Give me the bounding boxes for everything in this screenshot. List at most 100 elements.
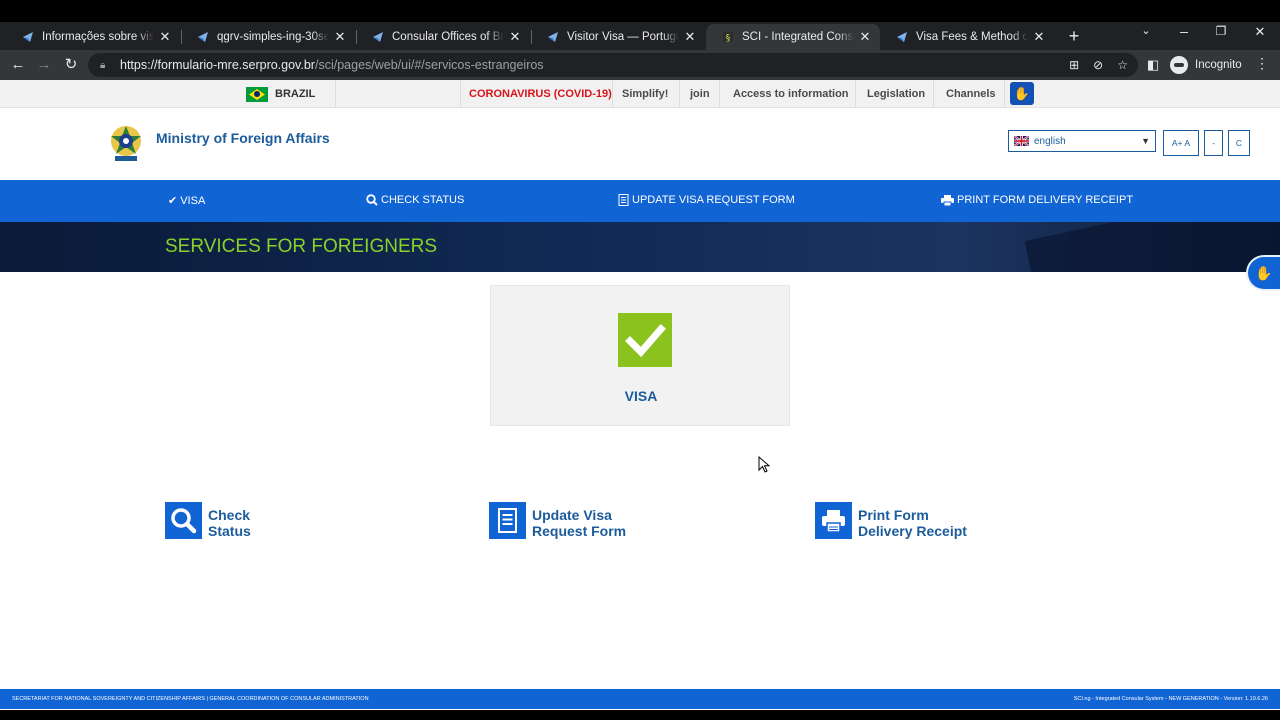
document-icon	[489, 502, 526, 539]
channels-link[interactable]: Channels	[946, 88, 996, 100]
covid-link[interactable]: CORONAVIRUS (COVID-19)	[469, 88, 612, 100]
tab-title: Visa Fees & Method of Payme	[916, 31, 1028, 43]
main-navigation: ✔ VISA CHECK STATUS UPDATE VISA REQUEST …	[0, 180, 1280, 222]
browser-tab[interactable]: Consular Offices of Brazil — ✕	[356, 24, 530, 50]
back-arrow-icon[interactable]: ←	[8, 55, 28, 75]
increase-font-button[interactable]: A+ A	[1163, 130, 1199, 156]
footer-right-text: SCI.ng - Integrated Consular System - NE…	[1073, 696, 1268, 702]
decrease-font-button[interactable]: -	[1204, 130, 1223, 156]
join-link[interactable]: join	[690, 88, 710, 100]
language-select[interactable]: english ▼	[1008, 130, 1156, 152]
restore-icon[interactable]: ❐	[1209, 24, 1233, 38]
bookmark-star-icon[interactable]: ☆	[1117, 58, 1128, 72]
accessibility-hand-icon[interactable]: ✋	[1248, 257, 1280, 289]
visa-card-label: VISA	[624, 388, 658, 404]
site-favicon-icon	[198, 32, 208, 42]
screen: Informações sobre vistos para ✕ qgrv-sim…	[0, 0, 1280, 720]
ministry-title[interactable]: Ministry of Foreign Affairs	[156, 130, 330, 146]
forward-arrow-icon[interactable]: →	[34, 55, 54, 75]
page-footer: SECRETARIAT FOR NATIONAL SOVEREIGNTY AND…	[0, 689, 1280, 709]
check-icon: ✔	[168, 195, 178, 207]
web-page: BRAZIL CORONAVIRUS (COVID-19) Simplify! …	[0, 80, 1280, 710]
nav-label: CHECK STATUS	[381, 194, 465, 206]
url-domain: https://formulario-mre.serpro.gov.br	[120, 58, 315, 72]
close-tab-icon[interactable]: ✕	[158, 29, 172, 45]
minimize-icon[interactable]: –	[1172, 23, 1196, 39]
service-label-line1: Print Form	[858, 507, 929, 523]
incognito-indicator[interactable]: Incognito	[1170, 54, 1242, 76]
close-window-icon[interactable]: ✕	[1248, 24, 1272, 40]
service-label-line1: Update Visa	[532, 507, 612, 523]
coat-of-arms-icon[interactable]	[107, 123, 145, 163]
site-favicon-icon	[23, 32, 33, 42]
page-title: SERVICES FOR FOREIGNERS	[165, 236, 438, 257]
tab-title: SCI - Integrated Consular Syst	[742, 31, 854, 43]
sign-language-icon[interactable]: ✋	[1010, 82, 1034, 105]
service-label-line1: Check	[208, 507, 251, 523]
divider	[460, 80, 461, 108]
close-tab-icon[interactable]: ✕	[858, 29, 872, 45]
divider	[679, 80, 680, 108]
service-label-line2: Status	[208, 523, 251, 539]
page-banner: SERVICES FOR FOREIGNERS	[0, 222, 1280, 272]
nav-label: PRINT FORM DELIVERY RECEIPT	[957, 194, 1134, 206]
close-tab-icon[interactable]: ✕	[333, 29, 347, 45]
omnibox-actions: ⊞ ⊘ ☆	[1069, 53, 1138, 77]
browser-tab-active[interactable]: § SCI - Integrated Consular Syst ✕	[706, 24, 880, 50]
divider	[612, 80, 613, 108]
check-icon	[618, 313, 672, 367]
browser-toolbar: ← → ↻ 🔒︎ https://formulario-mre.serpro.g…	[0, 50, 1280, 80]
site-favicon-icon	[373, 32, 383, 42]
translate-icon[interactable]: ⊞	[1069, 58, 1079, 72]
service-label: Check Status	[208, 502, 251, 539]
url-text: https://formulario-mre.serpro.gov.br/sci…	[120, 58, 544, 72]
close-tab-icon[interactable]: ✕	[683, 29, 697, 45]
reload-icon[interactable]: ↻	[61, 55, 81, 75]
language-value: english	[1034, 135, 1066, 147]
divider	[719, 80, 720, 108]
divider	[933, 80, 934, 108]
browser-menu-icon[interactable]: ⋮	[1255, 55, 1269, 72]
nav-check-status[interactable]: CHECK STATUS	[366, 194, 464, 206]
tab-title: Visitor Visa — Português (Bra	[567, 31, 679, 43]
nav-update-form[interactable]: UPDATE VISA REQUEST FORM	[618, 194, 795, 206]
sci-favicon-icon: §	[723, 32, 733, 44]
access-information-link[interactable]: Access to information	[733, 88, 849, 100]
brazil-flag-icon	[246, 87, 268, 102]
check-status-service[interactable]: Check Status	[165, 502, 251, 539]
site-favicon-icon	[897, 32, 907, 42]
browser-tab[interactable]: qgrv-simples-ing-30sep22.pdf ✕	[181, 24, 355, 50]
close-tab-icon[interactable]: ✕	[508, 29, 522, 45]
url-path: /sci/pages/web/ui/#/servicos-estrangeiro…	[314, 58, 544, 72]
service-label: Print Form Delivery Receipt	[858, 502, 967, 539]
side-panel-icon[interactable]: ◧	[1143, 55, 1163, 75]
search-icon	[366, 194, 378, 206]
simplify-link[interactable]: Simplify!	[622, 88, 668, 100]
contrast-button[interactable]: C	[1228, 130, 1250, 156]
close-tab-icon[interactable]: ✕	[1032, 29, 1046, 45]
new-tab-icon[interactable]: +	[1064, 27, 1084, 45]
country-link[interactable]: BRAZIL	[275, 88, 315, 100]
address-bar[interactable]: 🔒︎ https://formulario-mre.serpro.gov.br/…	[88, 53, 1138, 77]
site-header: Ministry of Foreign Affairs english ▼ A+…	[0, 108, 1280, 180]
tab-search-icon[interactable]: ⌄	[1134, 24, 1158, 37]
svg-text:§: §	[726, 34, 731, 44]
print-receipt-service[interactable]: Print Form Delivery Receipt	[815, 502, 967, 539]
browser-tab[interactable]: Informações sobre vistos para ✕	[6, 24, 180, 50]
visa-service-card[interactable]: VISA	[490, 285, 790, 426]
browser-tab[interactable]: Visa Fees & Method of Payme ✕	[880, 24, 1054, 50]
tracking-blocked-icon[interactable]: ⊘	[1093, 58, 1103, 72]
search-icon	[165, 502, 202, 539]
divider	[1004, 80, 1005, 108]
service-label: Update Visa Request Form	[532, 502, 626, 539]
update-visa-form-service[interactable]: Update Visa Request Form	[489, 502, 626, 539]
nav-visa[interactable]: ✔ VISA	[168, 194, 206, 208]
browser-tab-strip: Informações sobre vistos para ✕ qgrv-sim…	[0, 22, 1280, 50]
tab-title: Consular Offices of Brazil —	[392, 31, 504, 43]
legislation-link[interactable]: Legislation	[867, 88, 925, 100]
tab-title: Informações sobre vistos para	[42, 31, 154, 43]
nav-label: VISA	[180, 194, 206, 207]
browser-tab[interactable]: Visitor Visa — Português (Bra ✕	[531, 24, 705, 50]
nav-print-receipt[interactable]: PRINT FORM DELIVERY RECEIPT	[941, 194, 1133, 206]
service-label-line2: Delivery Receipt	[858, 523, 967, 539]
